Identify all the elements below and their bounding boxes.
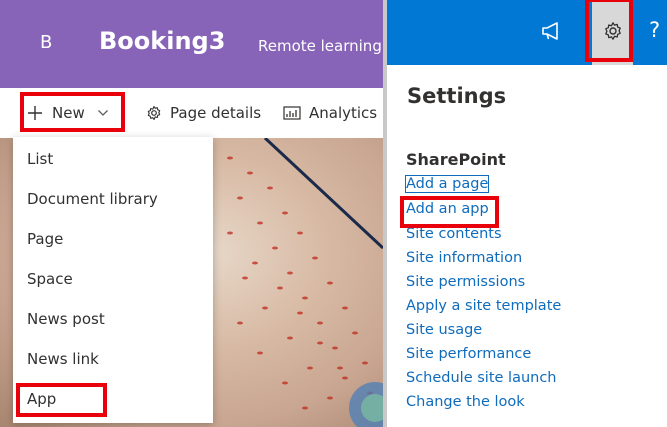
link-site-usage[interactable]: Site usage xyxy=(406,322,482,338)
menu-item-document-library[interactable]: Document library xyxy=(27,190,158,208)
site-logo[interactable]: B xyxy=(40,32,52,53)
menu-item-news-post[interactable]: News post xyxy=(27,310,105,328)
highlight-add-an-app xyxy=(400,196,499,228)
link-site-contents[interactable]: Site contents xyxy=(406,226,502,242)
highlight-app-item xyxy=(16,383,107,417)
link-site-performance[interactable]: Site performance xyxy=(406,346,531,362)
sharepoint-section-title: SharePoint xyxy=(406,150,506,169)
menu-item-news-link[interactable]: News link xyxy=(27,350,99,368)
link-schedule-site-launch[interactable]: Schedule site launch xyxy=(406,370,557,386)
highlight-gear-button xyxy=(585,0,633,62)
page-details-label: Page details xyxy=(170,104,262,122)
new-dropdown-menu: List Document library Page Space News po… xyxy=(13,137,213,423)
site-title[interactable]: Booking3 xyxy=(99,27,225,55)
menu-item-page[interactable]: Page xyxy=(27,230,63,248)
help-icon[interactable]: ? xyxy=(649,18,660,42)
page-details-button[interactable]: Page details xyxy=(146,101,261,125)
site-page-panel: B Booking3 Remote learning New Page deta… xyxy=(0,0,383,427)
megaphone-icon xyxy=(540,21,564,45)
settings-title: Settings xyxy=(407,84,507,108)
link-add-a-page[interactable]: Add a page xyxy=(404,175,490,193)
site-header: B Booking3 Remote learning xyxy=(0,0,383,88)
menu-item-list[interactable]: List xyxy=(27,150,53,168)
feedback-button[interactable] xyxy=(537,18,567,48)
link-change-the-look[interactable]: Change the look xyxy=(406,394,525,410)
settings-panel: ? Settings SharePoint Add a page Add an … xyxy=(387,0,667,427)
nav-link-remote-learning[interactable]: Remote learning xyxy=(258,37,382,55)
analytics-icon xyxy=(283,105,301,121)
link-apply-site-template[interactable]: Apply a site template xyxy=(406,298,561,314)
link-site-permissions[interactable]: Site permissions xyxy=(406,274,525,290)
analytics-label: Analytics xyxy=(309,104,378,122)
highlight-new-button xyxy=(20,92,125,132)
gear-icon xyxy=(146,105,162,121)
analytics-button[interactable]: Analytics xyxy=(283,101,377,125)
link-site-information[interactable]: Site information xyxy=(406,250,522,266)
menu-item-space[interactable]: Space xyxy=(27,270,73,288)
